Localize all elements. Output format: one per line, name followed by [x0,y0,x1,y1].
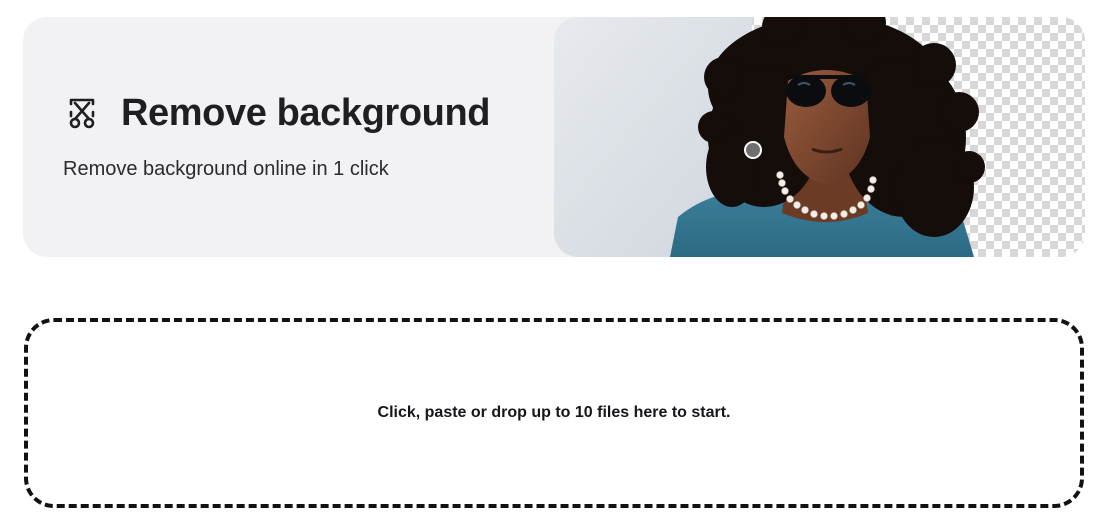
dropzone-instructions: Click, paste or drop up to 10 files here… [377,404,731,421]
scissors-icon [65,96,99,130]
file-dropzone[interactable]: Click, paste or drop up to 10 files here… [24,318,1084,508]
hero-banner: Remove background Remove background onli… [23,17,1085,257]
preview-image [554,17,1085,257]
page-title: Remove background [121,92,491,134]
title-row: Remove background [65,91,490,135]
hero-text-area: Remove background Remove background onli… [23,17,554,257]
page-subtitle: Remove background online in 1 click [63,158,389,180]
